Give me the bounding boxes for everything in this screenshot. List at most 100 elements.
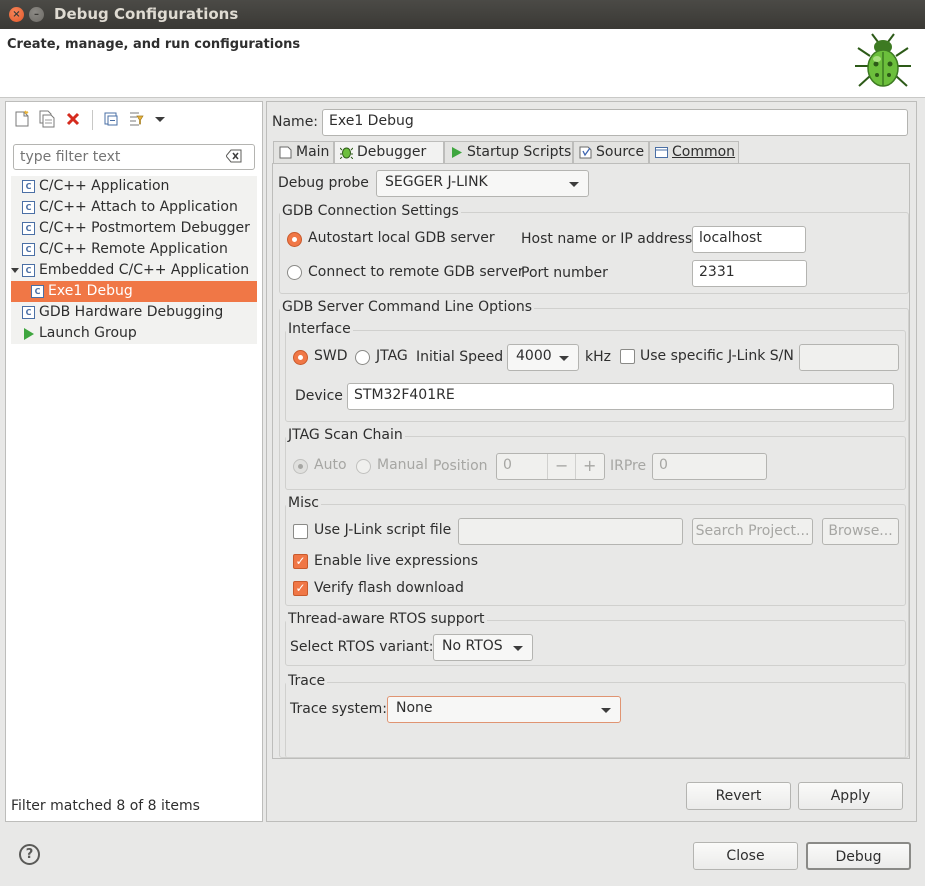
- tree-item-c-attach[interactable]: C C/C++ Attach to Application: [11, 197, 257, 218]
- tree-item-launch-group[interactable]: Launch Group: [11, 323, 257, 344]
- tree-item-label: GDB Hardware Debugging: [39, 304, 224, 320]
- irpre-field[interactable]: 0: [652, 453, 767, 480]
- chevron-down-icon: [569, 182, 579, 187]
- toolbar-separator: [92, 110, 93, 130]
- tree-item-label: C/C++ Attach to Application: [39, 199, 238, 215]
- gdb-connection-title: GDB Connection Settings: [280, 203, 461, 219]
- close-button[interactable]: Close: [693, 842, 798, 870]
- misc-title: Misc: [286, 495, 321, 511]
- window-title: Debug Configurations: [54, 5, 239, 23]
- help-icon[interactable]: ?: [19, 844, 40, 865]
- tree-item-label: Exe1 Debug: [48, 283, 133, 299]
- tree-item-c-postmortem[interactable]: C C/C++ Postmortem Debugger: [11, 218, 257, 239]
- trace-system-select[interactable]: None: [387, 696, 621, 723]
- position-field[interactable]: 0 − +: [496, 453, 605, 480]
- initial-speed-select[interactable]: 4000: [507, 344, 579, 371]
- tab-debugger[interactable]: Debugger: [334, 141, 444, 164]
- trace-system-value: None: [396, 700, 433, 716]
- bug-icon: [855, 33, 911, 87]
- rtos-select[interactable]: No RTOS: [433, 634, 533, 661]
- tree-item-c-remote[interactable]: C C/C++ Remote Application: [11, 239, 257, 260]
- tab-label: Source: [596, 144, 645, 160]
- khz-label: kHz: [585, 349, 611, 365]
- device-field[interactable]: STM32F401RE: [347, 383, 894, 410]
- filter-input[interactable]: [13, 144, 255, 170]
- expand-arrow-icon[interactable]: [11, 267, 20, 275]
- debug-button[interactable]: Debug: [806, 842, 911, 870]
- search-project-button[interactable]: Search Project...: [692, 518, 813, 545]
- connect-remote-label: Connect to remote GDB server: [308, 264, 524, 280]
- tree-item-label: C/C++ Postmortem Debugger: [39, 220, 250, 236]
- chevron-down-icon: [513, 646, 523, 651]
- apply-button[interactable]: Apply: [798, 782, 903, 810]
- window-close-button[interactable]: ×: [9, 7, 24, 22]
- tree-item-c-app[interactable]: C C/C++ Application: [11, 176, 257, 197]
- use-script-checkbox[interactable]: [293, 524, 308, 539]
- tab-source[interactable]: Source: [573, 141, 649, 163]
- jtag-chain-title: JTAG Scan Chain: [286, 427, 405, 443]
- tab-label: Debugger: [357, 144, 427, 160]
- autostart-radio[interactable]: [287, 232, 302, 247]
- position-label: Position: [433, 458, 488, 474]
- tree-item-gdb-hardware[interactable]: C GDB Hardware Debugging: [11, 302, 257, 323]
- revert-button[interactable]: Revert: [686, 782, 791, 810]
- delete-config-icon[interactable]: [65, 110, 81, 128]
- use-sn-checkbox[interactable]: [620, 349, 635, 364]
- verify-flash-checkbox[interactable]: ✓: [293, 581, 308, 596]
- initial-speed-label: Initial Speed: [416, 349, 504, 365]
- tab-common[interactable]: Common: [649, 141, 739, 163]
- debug-probe-select[interactable]: SEGGER J-LINK: [376, 170, 589, 197]
- name-field[interactable]: Exe1 Debug: [322, 109, 908, 136]
- port-label: Port number: [521, 265, 608, 281]
- tab-label: Startup Scripts: [467, 144, 572, 160]
- decrement-button[interactable]: −: [555, 456, 568, 475]
- gdb-server-title: GDB Server Command Line Options: [280, 299, 535, 315]
- tree-item-label: Embedded C/C++ Application: [39, 262, 250, 278]
- window-minimize-button[interactable]: –: [29, 7, 44, 22]
- enable-live-checkbox[interactable]: ✓: [293, 554, 308, 569]
- tab-label: Main: [296, 144, 330, 160]
- collapse-all-icon[interactable]: [103, 110, 119, 128]
- jtag-radio[interactable]: [355, 350, 370, 365]
- host-label: Host name or IP address: [521, 231, 693, 247]
- filter-status: Filter matched 8 of 8 items: [11, 798, 200, 814]
- tree-item-label: C/C++ Application: [39, 178, 170, 194]
- tree-item-exe1-debug[interactable]: C Exe1 Debug: [11, 281, 257, 302]
- swd-label: SWD: [314, 348, 348, 364]
- c-config-icon: C: [22, 264, 35, 277]
- rtos-title: Thread-aware RTOS support: [286, 611, 487, 627]
- config-list-panel: C C/C++ Application C C/C++ Attach to Appl…: [5, 101, 263, 822]
- trace-title: Trace: [286, 673, 328, 689]
- chevron-down-icon[interactable]: [152, 110, 168, 128]
- tree-item-label: Launch Group: [39, 325, 137, 341]
- common-icon: [655, 147, 668, 158]
- filter-config-icon[interactable]: [128, 110, 144, 128]
- c-config-icon: C: [22, 222, 35, 235]
- manual-radio[interactable]: [356, 459, 371, 474]
- tab-main[interactable]: Main: [273, 141, 334, 163]
- swd-radio[interactable]: [293, 350, 308, 365]
- debug-probe-label: Debug probe: [278, 175, 369, 191]
- duplicate-config-icon[interactable]: [39, 110, 55, 128]
- auto-radio[interactable]: [293, 459, 308, 474]
- clear-filter-icon[interactable]: [226, 149, 242, 163]
- host-field[interactable]: localhost: [692, 226, 806, 253]
- tab-startup-scripts[interactable]: Startup Scripts: [444, 141, 573, 163]
- connect-remote-radio[interactable]: [287, 265, 302, 280]
- jtag-label: JTAG: [376, 348, 408, 364]
- debug-probe-value: SEGGER J-LINK: [385, 174, 488, 190]
- divider: [547, 454, 548, 479]
- increment-button[interactable]: +: [583, 456, 596, 475]
- tree-item-label: C/C++ Remote Application: [39, 241, 228, 257]
- sn-field[interactable]: [799, 344, 899, 371]
- tree-item-embedded[interactable]: C Embedded C/C++ Application: [11, 260, 257, 281]
- initial-speed-value: 4000: [516, 348, 552, 364]
- use-script-label: Use J-Link script file: [314, 522, 452, 538]
- config-tree: C C/C++ Application C C/C++ Attach to Appl…: [11, 176, 257, 344]
- script-file-field[interactable]: [458, 518, 683, 545]
- new-config-icon[interactable]: [14, 110, 30, 128]
- divider: [575, 454, 576, 479]
- browse-button[interactable]: Browse...: [822, 518, 899, 545]
- trace-system-label: Trace system:: [290, 701, 387, 717]
- port-field[interactable]: 2331: [692, 260, 807, 287]
